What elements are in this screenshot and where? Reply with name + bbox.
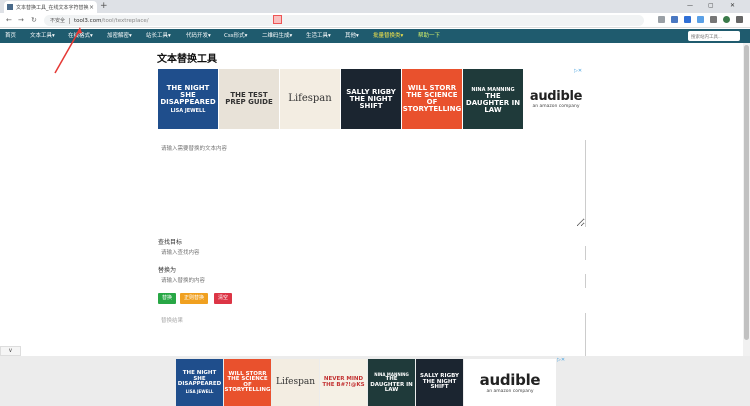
nav-item-webmaster[interactable]: 站长工具▾ xyxy=(146,29,171,43)
avatar[interactable] xyxy=(723,16,730,23)
audible-brand: audible xyxy=(479,371,541,389)
reload-icon[interactable]: ↻ xyxy=(31,16,37,24)
url-host: tool3.com xyxy=(74,17,102,24)
book-title: NEVER MIND THE B#?!@KS xyxy=(322,376,365,388)
book-title: THE TEST PREP GUIDE xyxy=(225,91,273,106)
nav-item-text-tools[interactable]: 文本工具▾ xyxy=(30,29,55,43)
extension-icon[interactable] xyxy=(697,16,704,23)
ad-book-cover[interactable]: WILL STORR THE SCIENCE OF STORYTELLING xyxy=(224,359,271,406)
nav-item-help[interactable]: 帮助一下 xyxy=(418,29,440,43)
bottom-ad-choices-icon[interactable]: ▷✕ xyxy=(557,357,565,363)
audible-sub: an amazon company xyxy=(486,389,534,394)
ad-book-cover[interactable]: THE TEST PREP GUIDE xyxy=(219,69,279,129)
book-title: Lifespan xyxy=(288,93,332,104)
ad-book-cover[interactable]: NEVER MIND THE B#?!@KS xyxy=(320,359,367,406)
ad-book-cover[interactable]: WILL STORR THE SCIENCE OF STORYTELLING xyxy=(402,69,462,129)
share-icon[interactable] xyxy=(658,16,665,23)
ad-book-cover[interactable]: Lifespan xyxy=(272,359,319,406)
nav-item-encrypt[interactable]: 加密解密▾ xyxy=(107,29,132,43)
ad-book-cover[interactable]: NINA MANNING THE DAUGHTER IN LAW xyxy=(368,359,415,406)
book-title: WILL STORR THE SCIENCE OF STORYTELLING xyxy=(402,84,462,113)
collapse-chevron-icon[interactable]: ∨ xyxy=(0,346,21,356)
ad-book-cover[interactable]: SALLY RIGBY THE NIGHT SHIFT xyxy=(416,359,463,406)
regex-replace-button[interactable]: 正则替换 xyxy=(180,293,209,304)
ad-book-cover[interactable]: THE NIGHT SHE DISAPPEARED LISA JEWELL xyxy=(176,359,223,406)
site-search-input[interactable] xyxy=(688,31,740,41)
translate-ext-icon[interactable] xyxy=(684,16,691,23)
nav-item-qrcode[interactable]: 二维码生成▾ xyxy=(262,29,292,43)
source-text-area[interactable] xyxy=(158,140,586,227)
tab-close-icon[interactable]: × xyxy=(89,4,94,11)
forward-icon[interactable]: → xyxy=(18,16,24,24)
nav-item-css[interactable]: Css形式▾ xyxy=(224,29,247,43)
browser-toolbar: ← → ↻ 不安全 tool3.com/tool/textreplace/ xyxy=(0,13,750,28)
nav-item-code-dev[interactable]: 代码开发▾ xyxy=(186,29,211,43)
tab-title: 文本替换工具_在线文本字符替换工具 xyxy=(16,4,89,11)
browser-tab[interactable]: 文本替换工具_在线文本字符替换工具 × xyxy=(4,1,97,13)
audible-logo[interactable]: audible an amazon company xyxy=(464,359,556,406)
book-title: Lifespan xyxy=(275,377,316,387)
book-author: LISA JEWELL xyxy=(170,107,206,114)
omnibox-divider xyxy=(69,17,71,24)
nav-item-home[interactable]: 首页 xyxy=(5,29,16,43)
nav-item-other[interactable]: 其他▾ xyxy=(345,29,359,43)
new-tab-icon[interactable]: + xyxy=(100,1,108,12)
address-bar[interactable]: 不安全 tool3.com/tool/textreplace/ xyxy=(44,15,644,26)
page-title: 文本替换工具 xyxy=(157,54,217,65)
audible-sub: an amazon company xyxy=(532,104,580,109)
menu-icon[interactable] xyxy=(736,16,743,23)
book-title: THE NIGHT SHE DISAPPEARED xyxy=(160,83,216,106)
ad-book-cover[interactable]: NINA MANNING THE DAUGHTER IN LAW xyxy=(463,69,523,129)
puzzle-icon[interactable] xyxy=(710,16,717,23)
top-ad-banner[interactable]: THE NIGHT SHE DISAPPEARED LISA JEWELL TH… xyxy=(158,69,588,129)
audible-brand: audible xyxy=(529,89,583,104)
audible-logo[interactable]: audible an amazon company xyxy=(524,69,588,129)
nav-item-batch-replace[interactable]: 批量替换类▾ xyxy=(373,29,403,43)
book-title: THE DAUGHTER IN LAW xyxy=(370,376,413,394)
page-scrollbar[interactable] xyxy=(743,43,750,406)
browser-tabbar: 文本替换工具_在线文本字符替换工具 × + — ▢ ✕ xyxy=(0,0,750,13)
result-area[interactable]: 替换结果 xyxy=(158,313,586,357)
back-icon[interactable]: ← xyxy=(6,16,12,24)
site-navbar: 首页 文本工具▾ 在线格式▾ 加密解密▾ 站长工具▾ 代码开发▾ Css形式▾ … xyxy=(0,29,750,43)
ad-book-cover[interactable]: Lifespan xyxy=(280,69,340,129)
replace-label: 替换为 xyxy=(158,267,177,274)
url-text[interactable]: tool3.com/tool/textreplace/ xyxy=(74,18,149,24)
nav-item-life-tools[interactable]: 生活工具▾ xyxy=(306,29,331,43)
clear-button[interactable]: 清空 xyxy=(214,293,233,304)
highlight-box-icon xyxy=(273,15,282,24)
ad-book-cover[interactable]: THE NIGHT SHE DISAPPEARED LISA JEWELL xyxy=(158,69,218,129)
window-minimize-icon[interactable]: — xyxy=(687,2,693,9)
book-title: THE NIGHT SHE DISAPPEARED xyxy=(177,370,222,388)
profile-ext-icon[interactable] xyxy=(671,16,678,23)
site-favicon-icon xyxy=(7,4,13,10)
replace-button[interactable]: 替换 xyxy=(158,293,177,304)
scrollbar-thumb[interactable] xyxy=(744,45,749,340)
book-title: THE DAUGHTER IN LAW xyxy=(465,91,521,114)
find-label: 查找目标 xyxy=(158,239,183,246)
bottom-ad-banner[interactable]: THE NIGHT SHE DISAPPEARED LISA JEWELL WI… xyxy=(176,359,556,406)
replace-input[interactable] xyxy=(158,274,586,288)
book-title: SALLY RIGBY THE NIGHT SHIFT xyxy=(420,373,459,391)
extension-icons xyxy=(658,16,743,23)
window-maximize-icon[interactable]: ▢ xyxy=(708,2,714,9)
book-title: SALLY RIGBY THE NIGHT SHIFT xyxy=(346,87,396,110)
book-author: LISA JEWELL xyxy=(185,388,214,394)
nav-item-format[interactable]: 在线格式▾ xyxy=(68,29,93,43)
security-label[interactable]: 不安全 xyxy=(50,17,65,24)
ad-book-cover[interactable]: SALLY RIGBY THE NIGHT SHIFT xyxy=(341,69,401,129)
book-title: WILL STORR THE SCIENCE OF STORYTELLING xyxy=(224,370,271,393)
find-input[interactable] xyxy=(158,246,586,260)
window-close-icon[interactable]: ✕ xyxy=(730,2,735,9)
url-path: /tool/textreplace/ xyxy=(101,17,149,24)
